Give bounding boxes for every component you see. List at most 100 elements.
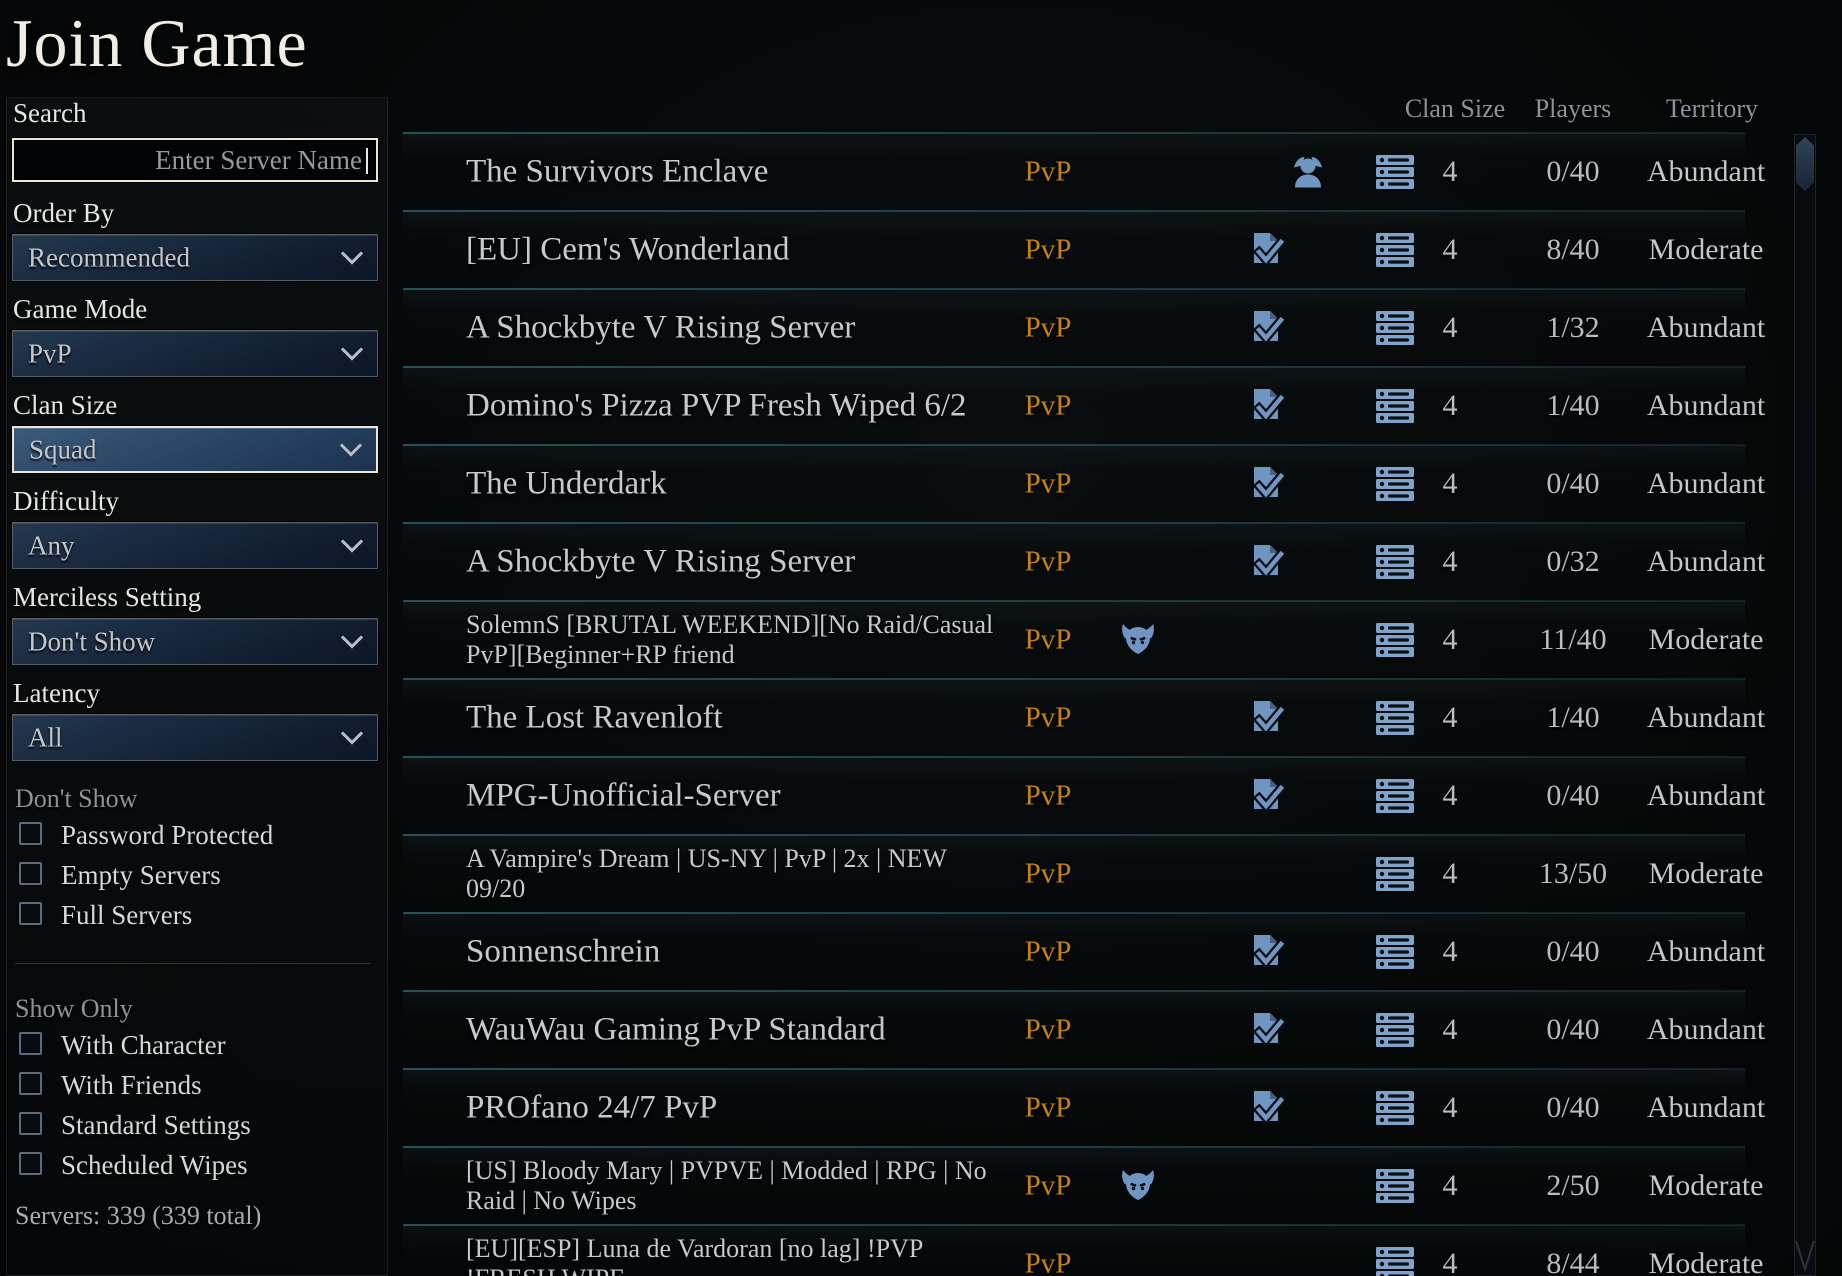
dont-show-header: Don't Show bbox=[15, 784, 137, 814]
game-mode-tag: PvP bbox=[1025, 1170, 1072, 1203]
territory-value: Abundant bbox=[1647, 1013, 1765, 1047]
server-name: The Underdark bbox=[466, 466, 667, 503]
server-row[interactable]: The Lost Ravenloft PvP 4 1/40 Abundant bbox=[403, 679, 1745, 757]
players-value: 11/40 bbox=[1539, 623, 1606, 657]
server-details-icon bbox=[1376, 467, 1414, 501]
dropdown-value: All bbox=[28, 722, 63, 753]
merciless-devil-icon bbox=[1120, 1170, 1156, 1203]
checkbox-row[interactable]: Standard Settings bbox=[19, 1110, 379, 1140]
checkbox[interactable] bbox=[19, 1072, 42, 1095]
filter-label: Latency bbox=[12, 678, 378, 708]
territory-value: Abundant bbox=[1647, 467, 1765, 501]
territory-value: Moderate bbox=[1649, 233, 1764, 267]
join-game-screen: Join Game Search Order By Recommended Ga… bbox=[0, 0, 1842, 1276]
standard-settings-check-icon bbox=[1250, 465, 1286, 503]
checkbox-row[interactable]: With Friends bbox=[19, 1070, 379, 1100]
filter-group: Latency All bbox=[12, 678, 378, 761]
checkbox-row[interactable]: With Character bbox=[19, 1030, 379, 1060]
text-caret bbox=[366, 148, 368, 174]
game-mode-tag: PvP bbox=[1025, 1014, 1072, 1047]
territory-value: Abundant bbox=[1647, 545, 1765, 579]
chevron-down-icon bbox=[340, 634, 364, 649]
territory-value: Moderate bbox=[1649, 1247, 1764, 1276]
game-mode-tag: PvP bbox=[1025, 1248, 1072, 1276]
checkbox[interactable] bbox=[19, 862, 42, 885]
clan-size-value: 4 bbox=[1443, 701, 1458, 735]
server-name: A Shockbyte V Rising Server bbox=[466, 310, 855, 347]
server-details-icon bbox=[1376, 1169, 1414, 1203]
standard-settings-check-icon bbox=[1250, 699, 1286, 737]
standard-settings-check-icon bbox=[1250, 231, 1286, 269]
server-row[interactable]: Domino's Pizza PVP Fresh Wiped 6/2 PvP 4… bbox=[403, 367, 1745, 445]
chevron-down-icon bbox=[340, 730, 364, 745]
server-name: MPG-Unofficial-Server bbox=[466, 778, 781, 815]
filter-label: Difficulty bbox=[12, 486, 378, 516]
checkbox-label: With Friends bbox=[61, 1070, 202, 1100]
server-details-icon bbox=[1376, 779, 1414, 813]
server-row[interactable]: [US] Bloody Mary | PVPVE | Modded | RPG … bbox=[403, 1147, 1745, 1225]
dont-show-list: Password Protected Empty Servers Full Se… bbox=[19, 820, 379, 940]
server-details-icon bbox=[1376, 233, 1414, 267]
filter-dropdown[interactable]: Don't Show bbox=[12, 618, 378, 665]
merciless-devil-icon bbox=[1120, 624, 1156, 657]
search-input[interactable] bbox=[14, 140, 376, 180]
checkbox[interactable] bbox=[19, 1152, 42, 1175]
server-row[interactable]: WauWau Gaming PvP Standard PvP 4 0/40 Ab… bbox=[403, 991, 1745, 1069]
scrollbar-track[interactable] bbox=[1794, 134, 1816, 1276]
show-only-list: With Character With Friends Standard Set… bbox=[19, 1030, 379, 1190]
checkbox[interactable] bbox=[19, 1112, 42, 1135]
filter-dropdown[interactable]: Any bbox=[12, 522, 378, 569]
server-details-icon bbox=[1376, 389, 1414, 423]
server-row[interactable]: [EU] Cem's Wonderland PvP 4 8/40 Moderat… bbox=[403, 211, 1745, 289]
server-row[interactable]: The Underdark PvP 4 0/40 Abundant bbox=[403, 445, 1745, 523]
checkbox-row[interactable]: Full Servers bbox=[19, 900, 379, 930]
server-row[interactable]: Sonnenschrein PvP 4 0/40 Abundant bbox=[403, 913, 1745, 991]
filter-dropdown[interactable]: All bbox=[12, 714, 378, 761]
server-details-icon bbox=[1376, 701, 1414, 735]
clan-size-value: 4 bbox=[1443, 1169, 1458, 1203]
players-value: 0/40 bbox=[1546, 779, 1599, 813]
server-details-icon bbox=[1376, 857, 1414, 891]
filter-dropdown[interactable]: PvP bbox=[12, 330, 378, 377]
server-details-icon bbox=[1376, 311, 1414, 345]
server-row[interactable]: The Survivors Enclave PvP 4 0/40 Abundan… bbox=[403, 133, 1745, 211]
filter-list: Order By Recommended Game Mode PvP Clan … bbox=[12, 198, 378, 774]
server-row[interactable]: SolemnS [BRUTAL WEEKEND][No Raid/Casual … bbox=[403, 601, 1745, 679]
filter-dropdown[interactable]: Squad bbox=[12, 426, 378, 473]
server-row[interactable]: MPG-Unofficial-Server PvP 4 0/40 Abundan… bbox=[403, 757, 1745, 835]
server-row[interactable]: A Shockbyte V Rising Server PvP 4 0/32 A… bbox=[403, 523, 1745, 601]
checkbox[interactable] bbox=[19, 822, 42, 845]
game-mode-tag: PvP bbox=[1025, 702, 1072, 735]
dropdown-value: PvP bbox=[28, 338, 72, 369]
clan-size-value: 4 bbox=[1443, 857, 1458, 891]
server-name: The Lost Ravenloft bbox=[466, 700, 723, 737]
clan-size-header: Clan Size bbox=[1405, 94, 1505, 124]
territory-value: Abundant bbox=[1647, 1091, 1765, 1125]
server-row[interactable]: A Shockbyte V Rising Server PvP 4 1/32 A… bbox=[403, 289, 1745, 367]
checkbox-row[interactable]: Scheduled Wipes bbox=[19, 1150, 379, 1180]
server-name: [US] Bloody Mary | PVPVE | Modded | RPG … bbox=[466, 1156, 1011, 1216]
dropdown-value: Don't Show bbox=[28, 626, 155, 657]
table-header: Clan Size Players Territory bbox=[403, 90, 1745, 133]
checkbox[interactable] bbox=[19, 1032, 42, 1055]
dropdown-value: Any bbox=[28, 530, 75, 561]
filter-dropdown[interactable]: Recommended bbox=[12, 234, 378, 281]
filter-group: Clan Size Squad bbox=[12, 390, 378, 473]
standard-settings-check-icon bbox=[1250, 309, 1286, 347]
clan-size-value: 4 bbox=[1443, 389, 1458, 423]
standard-settings-check-icon bbox=[1250, 933, 1286, 971]
game-mode-tag: PvP bbox=[1025, 546, 1072, 579]
checkbox-row[interactable]: Empty Servers bbox=[19, 860, 379, 890]
territory-value: Abundant bbox=[1647, 311, 1765, 345]
scrollbar-thumb[interactable] bbox=[1796, 137, 1814, 191]
server-row[interactable]: [EU][ESP] Luna de Vardoran [no lag] !PVP… bbox=[403, 1225, 1745, 1276]
server-row[interactable]: A Vampire's Dream | US-NY | PvP | 2x | N… bbox=[403, 835, 1745, 913]
clan-size-value: 4 bbox=[1443, 467, 1458, 501]
checkbox-row[interactable]: Password Protected bbox=[19, 820, 379, 850]
chevron-down-icon bbox=[339, 442, 363, 457]
server-details-icon bbox=[1376, 155, 1414, 189]
dropdown-value: Squad bbox=[29, 434, 97, 465]
checkbox[interactable] bbox=[19, 902, 42, 925]
game-mode-tag: PvP bbox=[1025, 936, 1072, 969]
server-row[interactable]: PROfano 24/7 PvP PvP 4 0/40 Abundant bbox=[403, 1069, 1745, 1147]
